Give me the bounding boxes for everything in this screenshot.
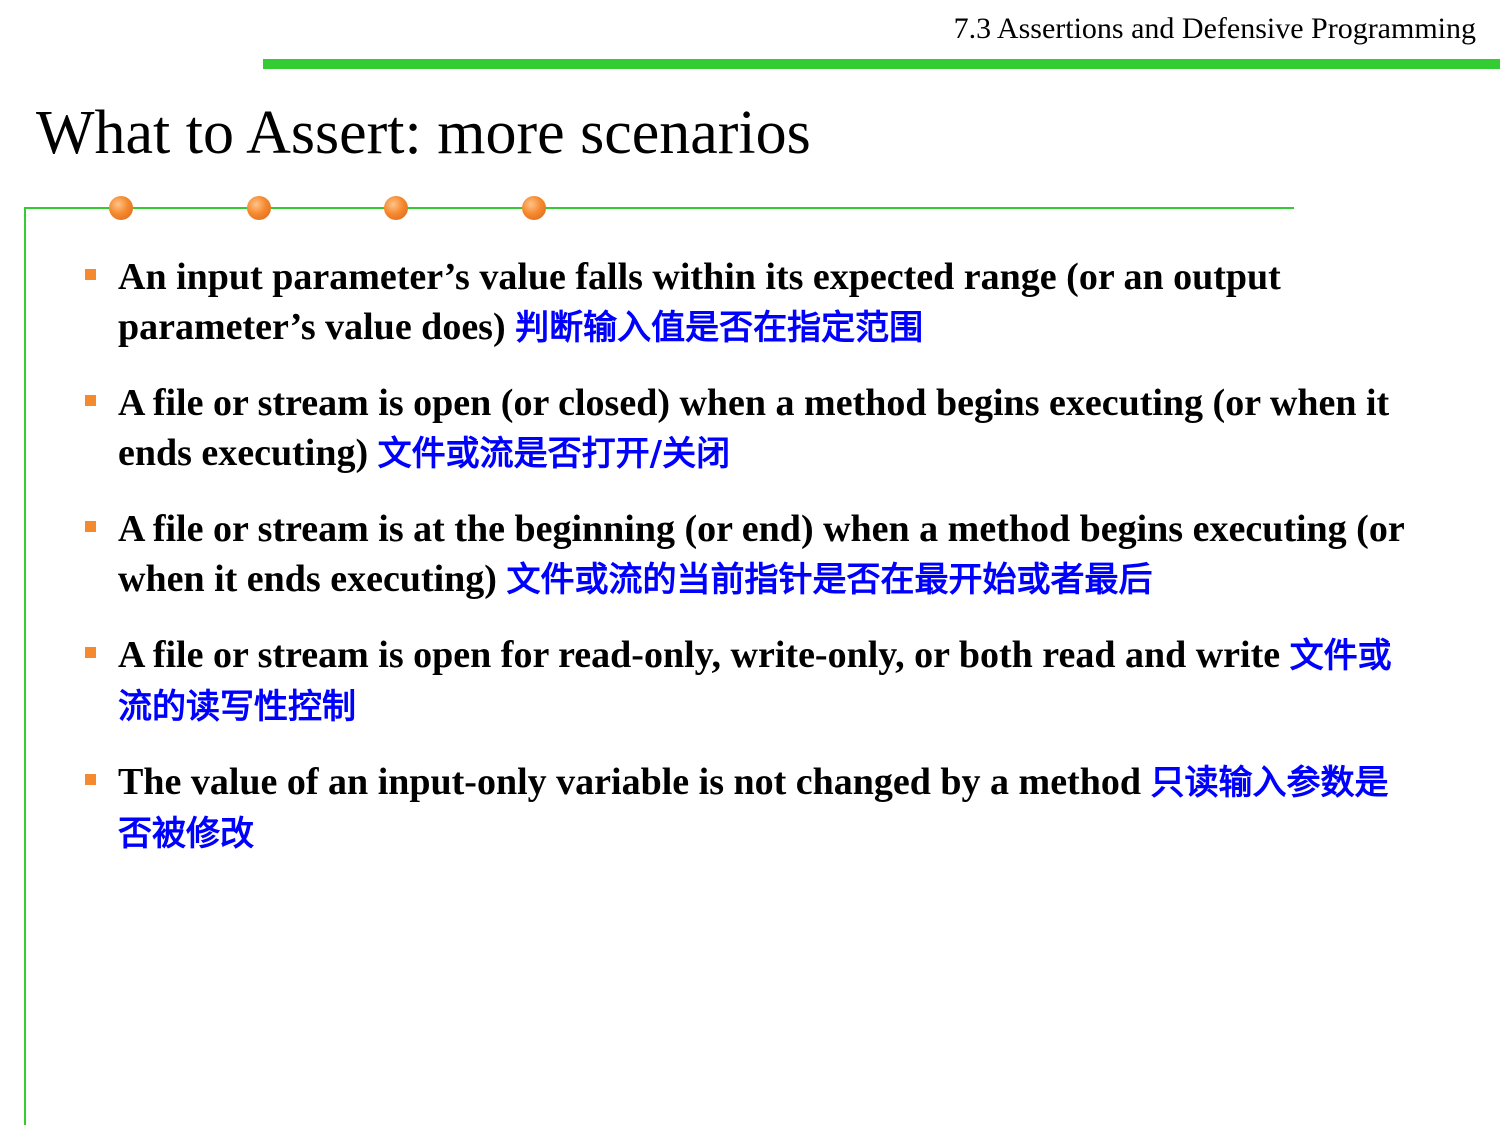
bullet-marker xyxy=(85,395,96,406)
bullet-item: The value of an input-only variable is n… xyxy=(80,757,1410,859)
slide-title: What to Assert: more scenarios xyxy=(36,99,811,167)
bullet-list: An input parameter’s value falls within … xyxy=(80,252,1410,884)
decorative-dot xyxy=(384,196,408,220)
bullet-marker xyxy=(85,647,96,658)
bullet-text-en: The value of an input-only variable is n… xyxy=(118,761,1151,803)
bullet-text-en: A file or stream is open (or closed) whe… xyxy=(118,382,1390,474)
section-header: 7.3 Assertions and Defensive Programming xyxy=(953,12,1476,45)
bullet-text-zh: 文件或流的当前指针是否在最开始或者最后 xyxy=(506,560,1153,600)
bullet-item: A file or stream is open (or closed) whe… xyxy=(80,378,1410,479)
bullet-item: A file or stream is open for read-only, … xyxy=(80,630,1410,732)
bullet-text-zh: 判断输入值是否在指定范围 xyxy=(515,308,924,348)
bullet-item: An input parameter’s value falls within … xyxy=(80,252,1410,353)
bullet-text-zh: 文件或流是否打开/关闭 xyxy=(377,434,731,474)
bullet-marker xyxy=(85,774,96,785)
frame-top-line xyxy=(24,207,1294,209)
decorative-dot xyxy=(247,196,271,220)
frame-left-line xyxy=(24,207,26,1125)
bullet-marker xyxy=(85,521,96,532)
decorative-dot xyxy=(109,196,133,220)
bullet-text-en: A file or stream is open for read-only, … xyxy=(118,634,1290,676)
bullet-marker xyxy=(85,269,96,280)
header-rule xyxy=(263,59,1500,69)
bullet-item: A file or stream is at the beginning (or… xyxy=(80,504,1410,605)
decorative-dot xyxy=(522,196,546,220)
